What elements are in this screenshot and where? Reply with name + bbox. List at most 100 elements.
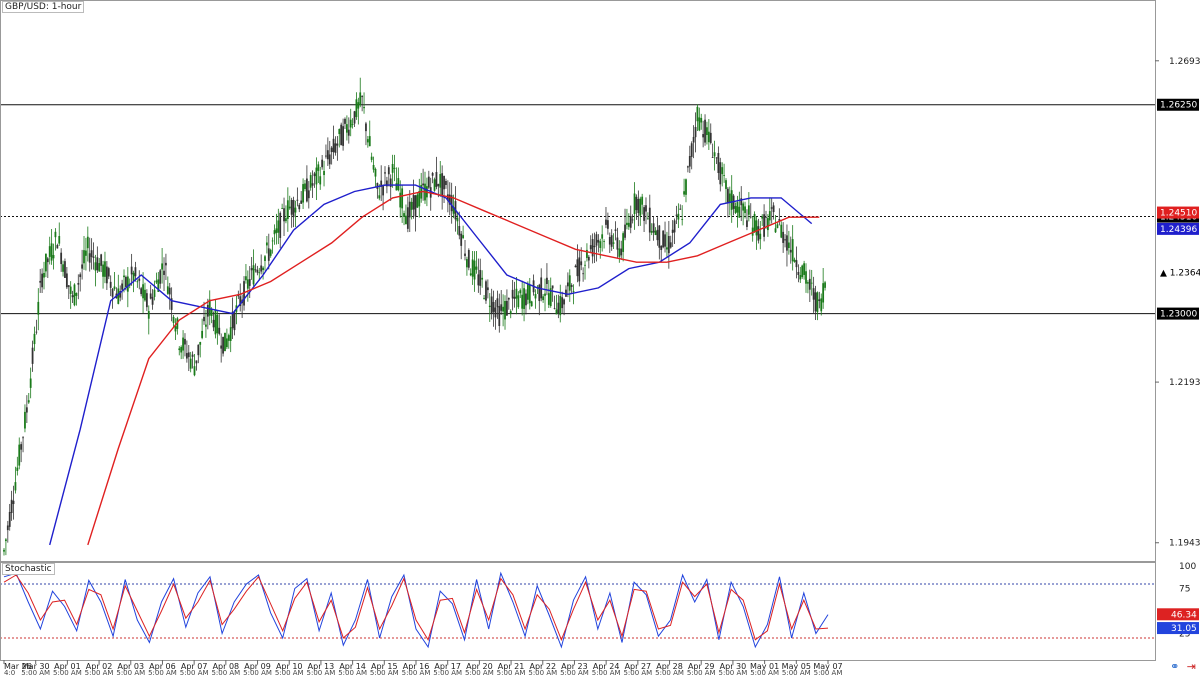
candle-body: [559, 296, 562, 316]
candle-body: [643, 207, 645, 221]
level-label: 1.26250: [1160, 101, 1197, 111]
candle-body: [525, 293, 527, 306]
candle-body: [12, 500, 15, 505]
candle-body: [504, 300, 506, 320]
candle-body: [132, 272, 135, 281]
candle-body: [191, 354, 194, 357]
candle-body: [275, 228, 278, 233]
candle-body: [361, 96, 364, 98]
x-sublabel: 5:00 AM: [275, 669, 304, 675]
candle-body: [174, 326, 177, 332]
candle-body: [734, 206, 737, 213]
candle-body: [140, 288, 143, 295]
candle-body: [658, 225, 661, 248]
candle-body: [572, 291, 575, 292]
candle-body: [31, 347, 34, 364]
candle-body: [258, 272, 261, 274]
candle-body: [488, 305, 491, 307]
candle-body: [8, 511, 11, 527]
candle-body: [151, 296, 154, 305]
candle-body: [704, 119, 706, 143]
candle-body: [772, 205, 775, 213]
candle-body: [130, 266, 133, 275]
candle-body: [96, 257, 99, 271]
candle-body: [711, 157, 714, 158]
candle-body: [566, 282, 569, 287]
candle-body: [197, 344, 200, 356]
candle-body: [513, 296, 516, 299]
candle-body: [789, 249, 792, 253]
candle-body: [694, 126, 697, 138]
chart-title: GBP/USD: 1-hour: [2, 1, 85, 13]
candle-body: [799, 274, 802, 280]
candle-body: [542, 296, 545, 301]
candle-body: [561, 297, 564, 309]
candle-body: [473, 260, 476, 280]
candle-body: [330, 147, 333, 153]
candle-body: [254, 269, 257, 271]
candle-body: [500, 304, 503, 311]
candle-body: [563, 299, 565, 305]
candle-body: [262, 267, 264, 271]
x-sublabel: 5:00 AM: [53, 669, 82, 675]
candle-body: [405, 215, 407, 225]
candle-body: [515, 288, 518, 299]
candle-body: [759, 233, 762, 240]
candle-body: [269, 249, 272, 256]
candle-body: [290, 199, 293, 215]
candle-body: [431, 173, 434, 176]
candle-body: [707, 131, 710, 143]
candle-body: [626, 222, 628, 226]
candle-body: [102, 264, 104, 277]
x-sublabel: 5:00 AM: [116, 669, 145, 675]
candle-body: [786, 235, 788, 251]
candle-body: [56, 244, 59, 249]
candle-body: [669, 242, 672, 248]
price-pane-border: [0, 0, 1156, 562]
stochastic-pane-border: [0, 562, 1156, 661]
candle-body: [768, 211, 771, 221]
x-sublabel: 5:00 AM: [307, 669, 336, 675]
candle-body: [399, 192, 402, 208]
candle-body: [511, 289, 514, 299]
candle-body: [544, 293, 546, 296]
candle-body: [437, 183, 440, 187]
candle-body: [633, 193, 636, 214]
candle-body: [372, 164, 375, 170]
candle-body: [10, 499, 13, 514]
candle-body: [675, 214, 678, 216]
candle-body: [523, 288, 525, 309]
arrow-right-icon[interactable]: ⇥: [1187, 660, 1196, 673]
candle-body: [814, 292, 817, 312]
candle-body: [820, 298, 823, 312]
candle-body: [142, 284, 144, 299]
candle-body: [521, 294, 524, 309]
candle-body: [50, 243, 53, 261]
candle-body: [686, 166, 689, 168]
candle-body: [94, 262, 97, 271]
axes: 1.26934 1.21934 1.19434 1.26250 1.24510 1.230…: [0, 0, 1200, 675]
moving-average-line: [87, 190, 820, 546]
candle-body: [347, 129, 350, 136]
candle-body: [728, 193, 731, 203]
candle-body: [35, 331, 38, 333]
candle-body: [795, 260, 798, 268]
candle-body: [485, 281, 487, 301]
y-tick-label: 1.21934: [1169, 378, 1200, 388]
stoch-value-label: 31.05: [1171, 624, 1197, 634]
candle-body: [791, 239, 794, 262]
candle-body: [742, 203, 745, 211]
x-sublabel: 5:00 AM: [687, 669, 716, 675]
candle-body: [656, 229, 659, 241]
candle-body: [14, 482, 17, 491]
candle-body: [610, 235, 613, 247]
candle-body: [631, 219, 634, 221]
x-sublabel: 5:00 AM: [465, 669, 494, 675]
link-icon[interactable]: ⚭: [1170, 660, 1179, 673]
candle-body: [469, 273, 472, 276]
candle-body: [408, 201, 411, 218]
candle-body: [685, 179, 687, 195]
candle-body: [595, 234, 598, 246]
candle-body: [660, 246, 663, 250]
candle-body: [736, 202, 739, 213]
